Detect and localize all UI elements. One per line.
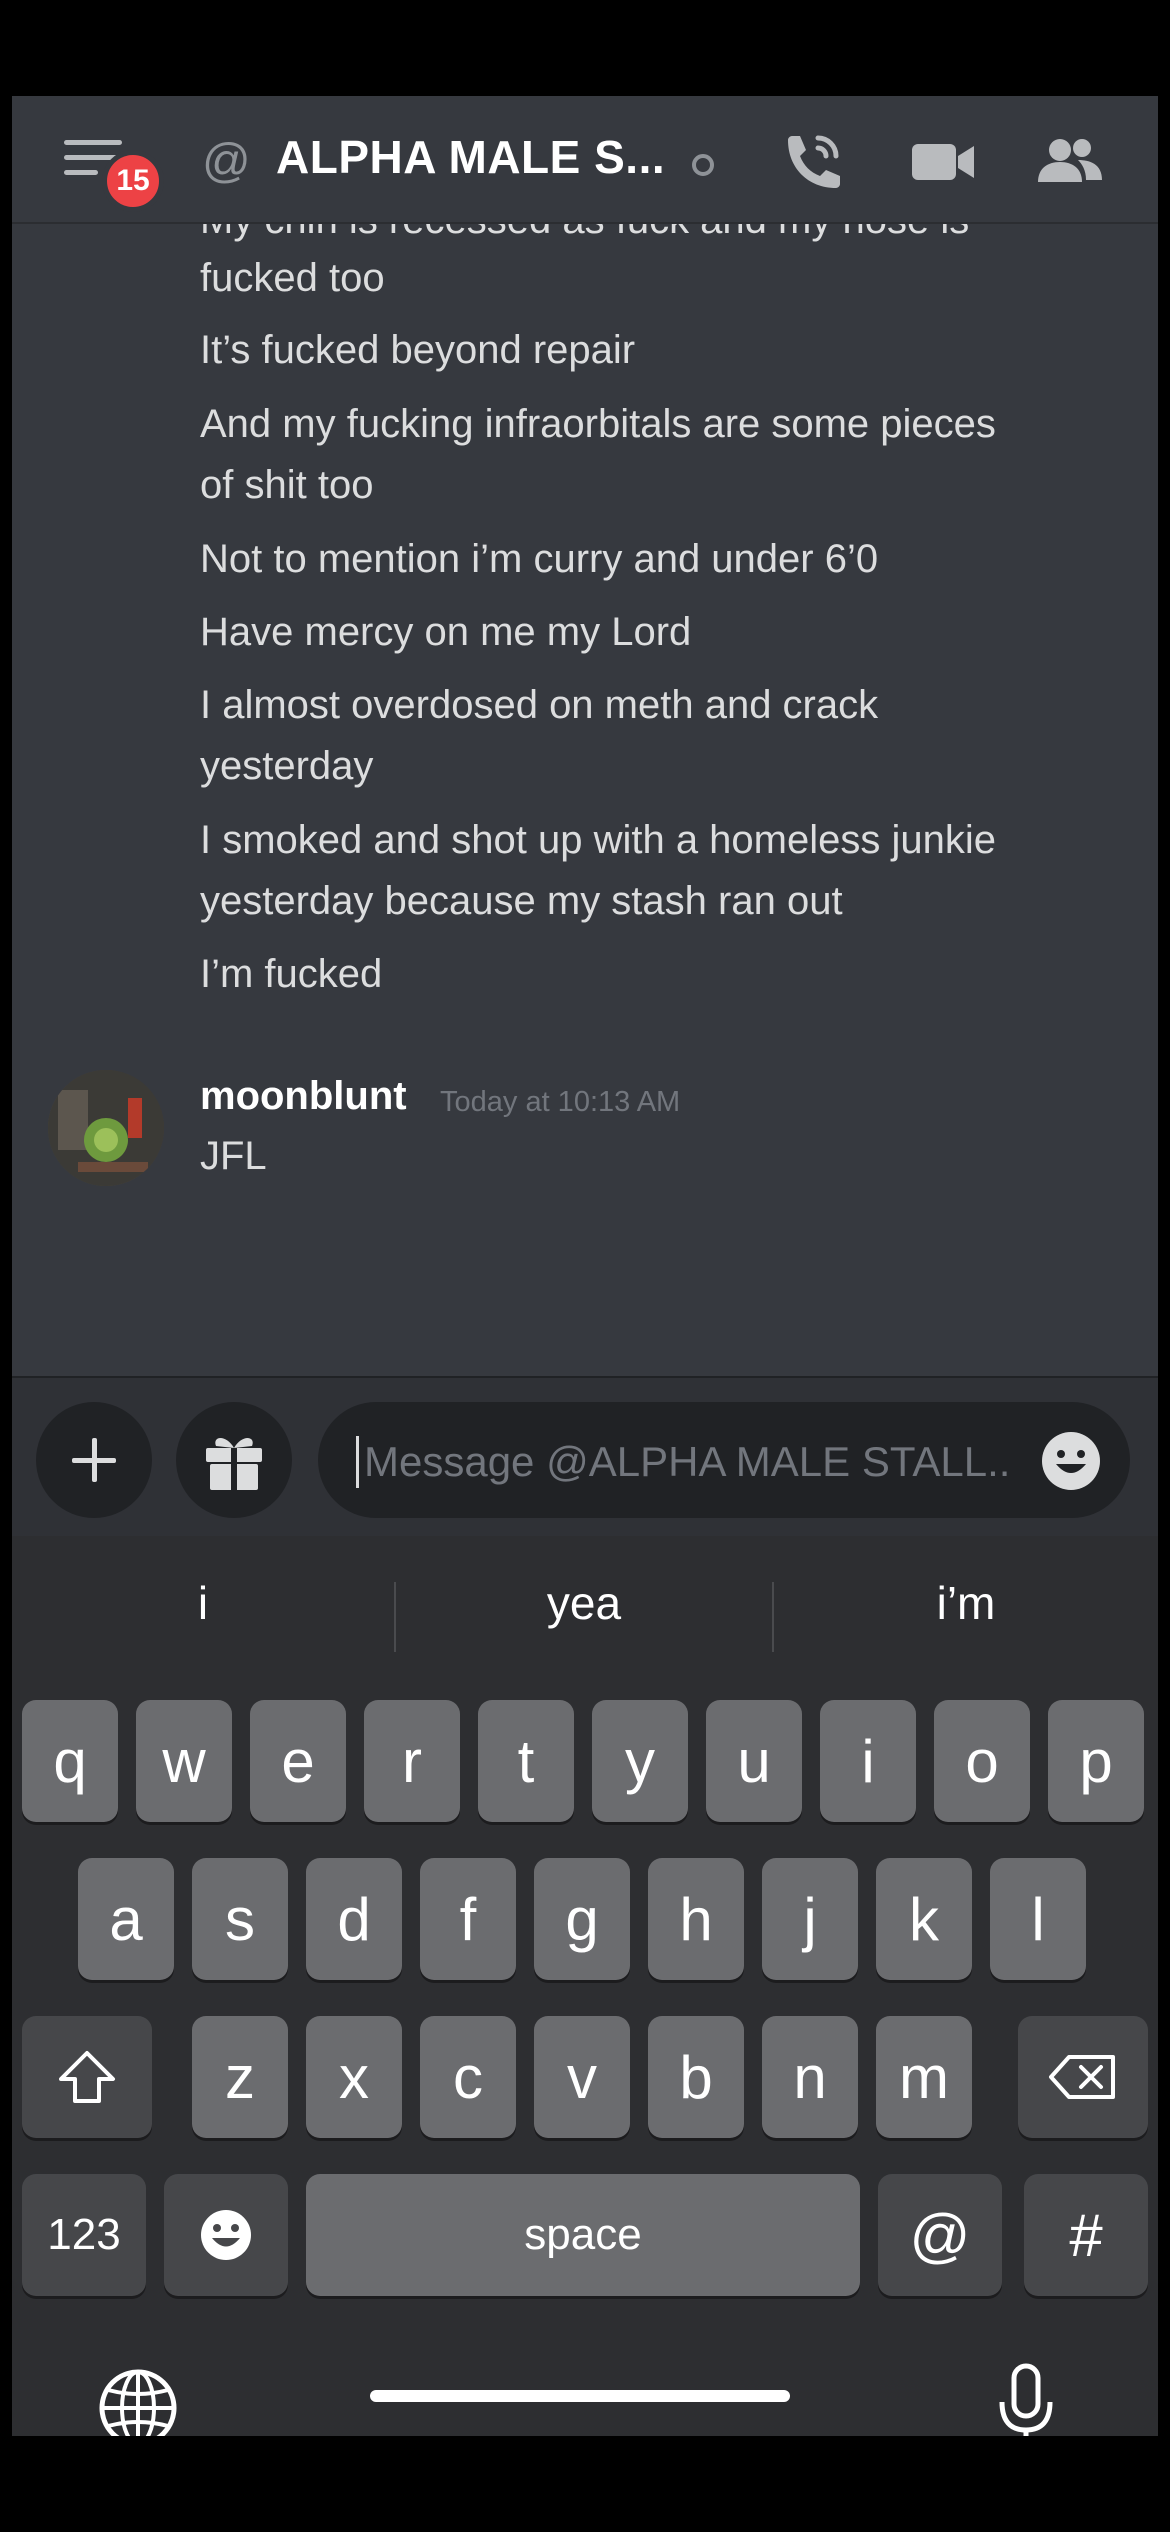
key-p[interactable]: p [1048, 1700, 1144, 1822]
message-line: fucked too [200, 256, 385, 300]
video-icon[interactable] [908, 130, 980, 194]
key-u[interactable]: u [706, 1700, 802, 1822]
gift-button[interactable] [176, 1402, 292, 1518]
message-line: yesterday [200, 744, 374, 788]
key-j[interactable]: j [762, 1858, 858, 1980]
key-v[interactable]: v [534, 2016, 630, 2138]
home-indicator[interactable] [370, 2390, 790, 2402]
suggestion-item[interactable]: yea [396, 1576, 772, 1630]
call-icon[interactable] [778, 130, 850, 194]
key-r[interactable]: r [364, 1700, 460, 1822]
plus-icon [72, 1438, 116, 1482]
key-f[interactable]: f [420, 1858, 516, 1980]
message-line: My chin is recessed as fuck and my nose … [200, 224, 1100, 251]
message-input-placeholder: Message @ALPHA MALE STALL.. [364, 1438, 1011, 1485]
gift-icon [206, 1438, 262, 1490]
message-line: Have mercy on me my Lord [200, 610, 692, 654]
dm-title[interactable]: ALPHA MALE S... [276, 130, 665, 184]
key-w[interactable]: w [136, 1700, 232, 1822]
add-attachment-button[interactable] [36, 1402, 152, 1518]
key-e[interactable]: e [250, 1700, 346, 1822]
shift-key[interactable] [22, 2016, 152, 2138]
channel-header: 15 @ ALPHA MALE S... [12, 96, 1158, 224]
message-line: And my fucking infraorbitals are some pi… [200, 402, 996, 446]
key-a[interactable]: a [78, 1858, 174, 1980]
key-k[interactable]: k [876, 1858, 972, 1980]
unread-badge: 15 [102, 150, 164, 212]
message-username[interactable]: moonblunt [200, 1074, 407, 1119]
shift-icon [59, 2051, 115, 2103]
key-h[interactable]: h [648, 1858, 744, 1980]
message-list[interactable]: My chin is recessed as fuck and my nose … [12, 224, 1158, 1376]
numbers-key[interactable]: 123 [22, 2174, 146, 2296]
members-icon[interactable] [1034, 130, 1106, 194]
key-n[interactable]: n [762, 2016, 858, 2138]
key-l[interactable]: l [990, 1858, 1086, 1980]
message-line: yesterday because my stash ran out [200, 879, 843, 923]
backspace-key[interactable] [1018, 2016, 1148, 2138]
message-line: of shit too [200, 463, 374, 507]
keyboard-suggestions: i yea i’m [12, 1536, 1158, 1676]
suggestion-item[interactable]: i’m [774, 1576, 1158, 1630]
message-input[interactable]: Message @ALPHA MALE STALL.. [318, 1402, 1130, 1518]
space-key[interactable]: space [306, 2174, 860, 2296]
message-line: I smoked and shot up with a homeless jun… [200, 818, 996, 862]
microphone-icon[interactable] [996, 2362, 1056, 2436]
message-timestamp: Today at 10:13 AM [440, 1086, 681, 1118]
suggestion-item[interactable]: i [12, 1576, 394, 1630]
message-composer: Message @ALPHA MALE STALL.. [12, 1376, 1158, 1538]
key-x[interactable]: x [306, 2016, 402, 2138]
message-line: I’m fucked [200, 952, 383, 996]
system-keyboard: i yea i’m q w e r t y u i o p a s d f g … [12, 1536, 1158, 2436]
key-q[interactable]: q [22, 1700, 118, 1822]
key-d[interactable]: d [306, 1858, 402, 1980]
key-y[interactable]: y [592, 1700, 688, 1822]
at-icon: @ [202, 135, 251, 188]
globe-icon[interactable] [96, 2366, 180, 2436]
key-o[interactable]: o [934, 1700, 1030, 1822]
offline-status-icon [692, 154, 714, 176]
message-text: JFL [200, 1134, 267, 1178]
key-g[interactable]: g [534, 1858, 630, 1980]
message-line: Not to mention i’m curry and under 6’0 [200, 537, 879, 581]
emoji-key[interactable] [164, 2174, 288, 2296]
key-s[interactable]: s [192, 1858, 288, 1980]
key-t[interactable]: t [478, 1700, 574, 1822]
at-key[interactable]: @ [878, 2174, 1002, 2296]
message-line: I almost overdosed on meth and crack [200, 683, 879, 727]
hash-key[interactable]: # [1024, 2174, 1148, 2296]
text-caret [356, 1436, 359, 1488]
emoji-icon[interactable] [1040, 1430, 1102, 1492]
message-line: It’s fucked beyond repair [200, 328, 636, 372]
backspace-icon [1049, 2055, 1115, 2099]
discord-dm-view: 15 @ ALPHA MALE S... My chin is rec [12, 96, 1158, 2436]
key-z[interactable]: z [192, 2016, 288, 2138]
avatar[interactable] [48, 1070, 164, 1186]
key-b[interactable]: b [648, 2016, 744, 2138]
phone-screen: 15 @ ALPHA MALE S... My chin is rec [0, 0, 1170, 2532]
emoji-icon [201, 2210, 251, 2260]
key-i[interactable]: i [820, 1700, 916, 1822]
key-c[interactable]: c [420, 2016, 516, 2138]
key-m[interactable]: m [876, 2016, 972, 2138]
